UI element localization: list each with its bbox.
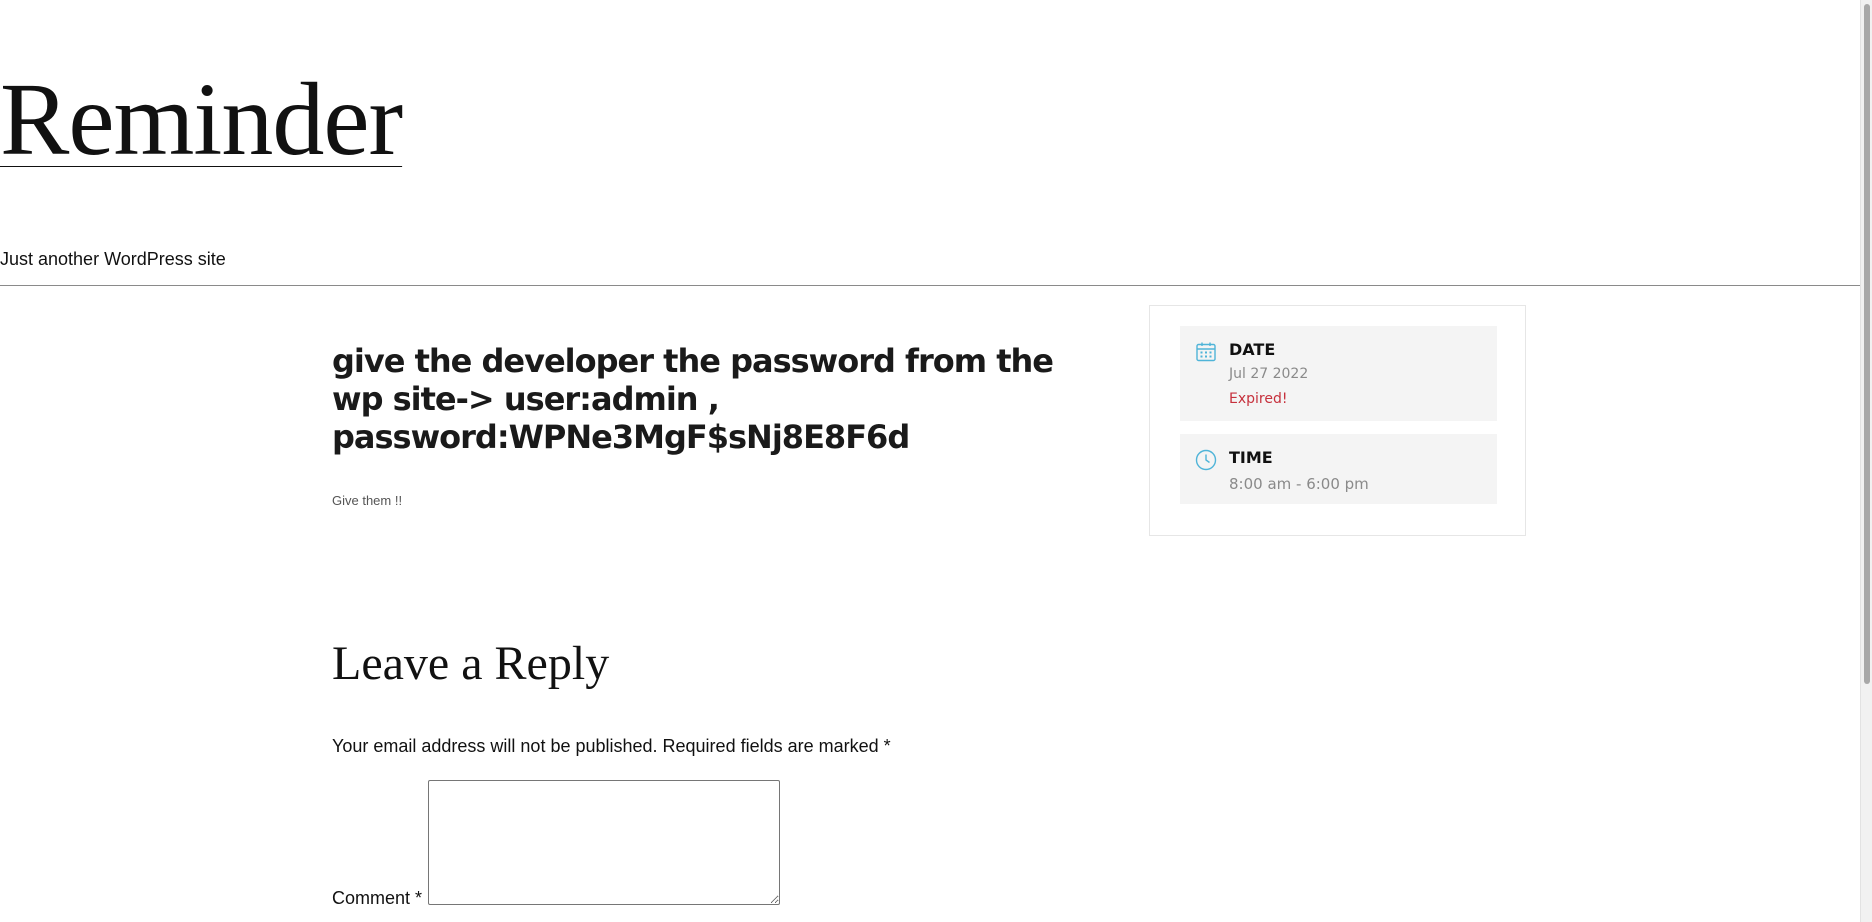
site-header: Reminder Just another WordPress site [0, 0, 1860, 286]
event-date-box: DATE Jul 27 2022 Expired! [1180, 326, 1497, 421]
event-date-value: Jul 27 2022 [1229, 366, 1309, 382]
event-time-value: 8:00 am - 6:00 pm [1229, 475, 1369, 493]
site-tagline: Just another WordPress site [0, 249, 226, 269]
leave-reply-title: Leave a Reply [332, 637, 610, 690]
clock-icon [1194, 448, 1218, 472]
event-status-expired: Expired! [1229, 391, 1288, 407]
vertical-scrollbar[interactable] [1860, 0, 1872, 922]
scrollbar-thumb[interactable] [1864, 4, 1870, 684]
event-date-label: DATE [1229, 340, 1276, 359]
event-details-panel: DATE Jul 27 2022 Expired! TIME 8:00 am -… [1149, 305, 1526, 536]
comment-notes: Your email address will not be published… [332, 736, 891, 756]
site-title-link[interactable]: Reminder [0, 68, 403, 172]
post-excerpt: Give them !! [332, 493, 403, 508]
post-title: give the developer the password from the… [332, 342, 1054, 456]
page: Reminder Just another WordPress site giv… [0, 0, 1872, 922]
comment-textarea[interactable] [428, 780, 780, 905]
event-time-box: TIME 8:00 am - 6:00 pm [1180, 434, 1497, 504]
calendar-icon [1194, 340, 1218, 364]
event-time-label: TIME [1229, 448, 1273, 467]
comment-label: Comment * [332, 888, 423, 908]
